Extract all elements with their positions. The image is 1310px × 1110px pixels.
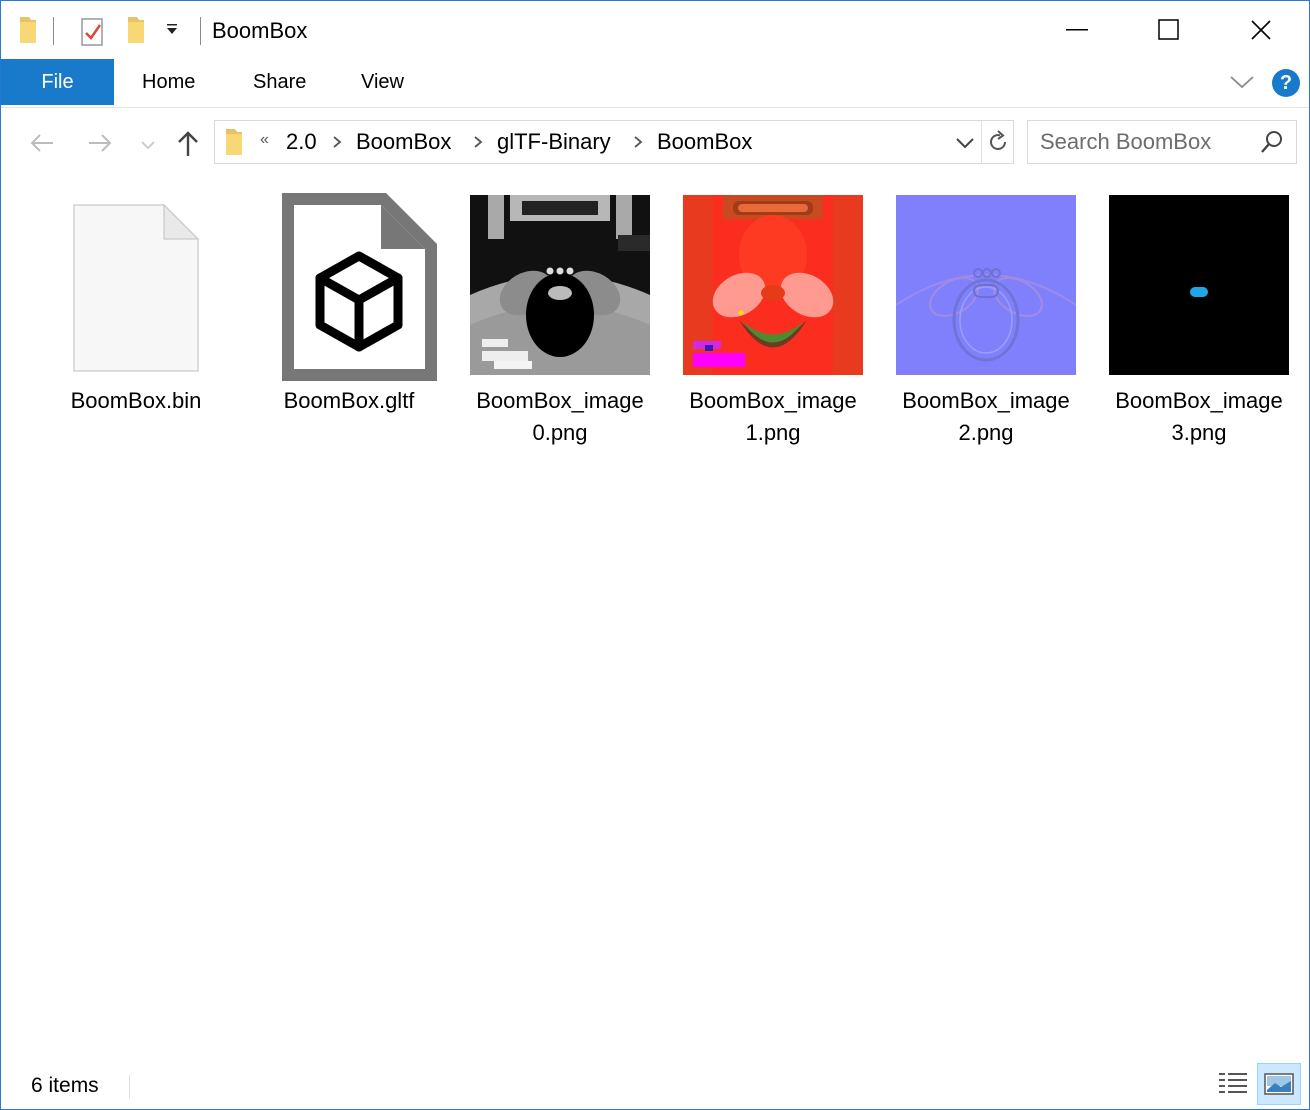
- file-name: BoomBox.bin: [70, 388, 202, 413]
- close-button[interactable]: [1215, 1, 1307, 59]
- properties-checkmark-icon[interactable]: [79, 15, 105, 52]
- tab-share[interactable]: Share: [253, 71, 306, 94]
- details-view-button[interactable]: [1211, 1063, 1255, 1105]
- back-arrow-icon[interactable]: [29, 132, 55, 159]
- address-bar[interactable]: « 2.0 BoomBox glTF-Binary BoomBox: [214, 120, 1014, 164]
- file-name-line: 1.png: [745, 420, 801, 445]
- file-name-line: 2.png: [958, 420, 1014, 445]
- minimize-button[interactable]: [1031, 1, 1123, 59]
- item-count: 6 items: [31, 1074, 99, 1097]
- minimize-icon: [1066, 29, 1088, 31]
- breadcrumb-item[interactable]: BoomBox: [356, 129, 451, 155]
- emissive-texture-thumbnail: [1109, 195, 1289, 375]
- maximize-icon: [1158, 19, 1179, 40]
- title-bar: BoomBox: [1, 1, 1309, 59]
- help-button[interactable]: ?: [1272, 69, 1300, 97]
- file-name-line: BoomBox_image: [689, 388, 857, 413]
- breadcrumb-item[interactable]: 2.0: [286, 129, 317, 155]
- file-name: BoomBox_image 0.png: [460, 385, 660, 449]
- tab-file[interactable]: File: [1, 59, 114, 105]
- close-icon: [1251, 20, 1271, 40]
- file-name: BoomBox_image 1.png: [673, 385, 873, 449]
- search-input[interactable]: Search BoomBox: [1040, 129, 1211, 155]
- large-icons-view-button[interactable]: [1257, 1063, 1301, 1105]
- breadcrumb-item-current[interactable]: BoomBox: [657, 129, 752, 155]
- folder-icon: [223, 127, 245, 162]
- generic-file-icon: [46, 195, 226, 375]
- occlusion-texture-thumbnail: [470, 195, 650, 375]
- normal-map-thumbnail: [895, 195, 1077, 375]
- details-view-icon: [1219, 1073, 1247, 1093]
- refresh-icon[interactable]: [987, 130, 1009, 159]
- breadcrumb-chevron-icon[interactable]: [332, 135, 342, 154]
- title-separator: [200, 17, 201, 45]
- new-folder-icon[interactable]: [125, 15, 147, 50]
- large-icons-view-icon: [1264, 1073, 1294, 1095]
- file-name: BoomBox.gltf: [283, 388, 415, 413]
- navigation-bar: « 2.0 BoomBox glTF-Binary BoomBox Search…: [1, 108, 1309, 178]
- tab-view[interactable]: View: [361, 71, 404, 94]
- folder-icon: [17, 15, 39, 50]
- file-name: BoomBox_image 2.png: [886, 385, 1086, 449]
- file-name: BoomBox_image 3.png: [1099, 385, 1299, 449]
- overflow-crumb[interactable]: «: [260, 131, 269, 149]
- window-title: BoomBox: [212, 18, 308, 43]
- search-icon[interactable]: [1260, 130, 1284, 159]
- customize-dropdown-icon[interactable]: [165, 23, 179, 42]
- forward-arrow-icon[interactable]: [87, 132, 113, 159]
- address-separator: [981, 121, 982, 163]
- maximize-button[interactable]: [1123, 1, 1215, 59]
- up-arrow-icon[interactable]: [175, 130, 201, 163]
- file-explorer-window: BoomBox File Home Share View ? « 2.0 Boo…: [0, 0, 1310, 1110]
- breadcrumb-chevron-icon[interactable]: [473, 135, 483, 154]
- ribbon-tabs: File Home Share View ?: [1, 59, 1309, 108]
- file-name-line: BoomBox_image: [902, 388, 1070, 413]
- roughness-metal-texture-thumbnail: [683, 195, 863, 375]
- breadcrumb-item[interactable]: glTF-Binary: [497, 129, 611, 155]
- tab-home[interactable]: Home: [142, 71, 195, 94]
- recent-locations-chevron-icon[interactable]: [140, 138, 156, 156]
- breadcrumb-chevron-icon[interactable]: [633, 135, 643, 154]
- title-separator: [53, 17, 54, 45]
- file-name-line: BoomBox_image: [476, 388, 644, 413]
- address-dropdown-icon[interactable]: [955, 136, 975, 155]
- file-name-line: 3.png: [1171, 420, 1227, 445]
- file-name-line: BoomBox_image: [1115, 388, 1283, 413]
- status-separator: [129, 1075, 130, 1099]
- file-name-line: 0.png: [532, 420, 588, 445]
- search-box[interactable]: Search BoomBox: [1027, 120, 1297, 164]
- 3d-object-file-icon: [259, 193, 439, 381]
- expand-ribbon-chevron-icon[interactable]: [1229, 73, 1255, 96]
